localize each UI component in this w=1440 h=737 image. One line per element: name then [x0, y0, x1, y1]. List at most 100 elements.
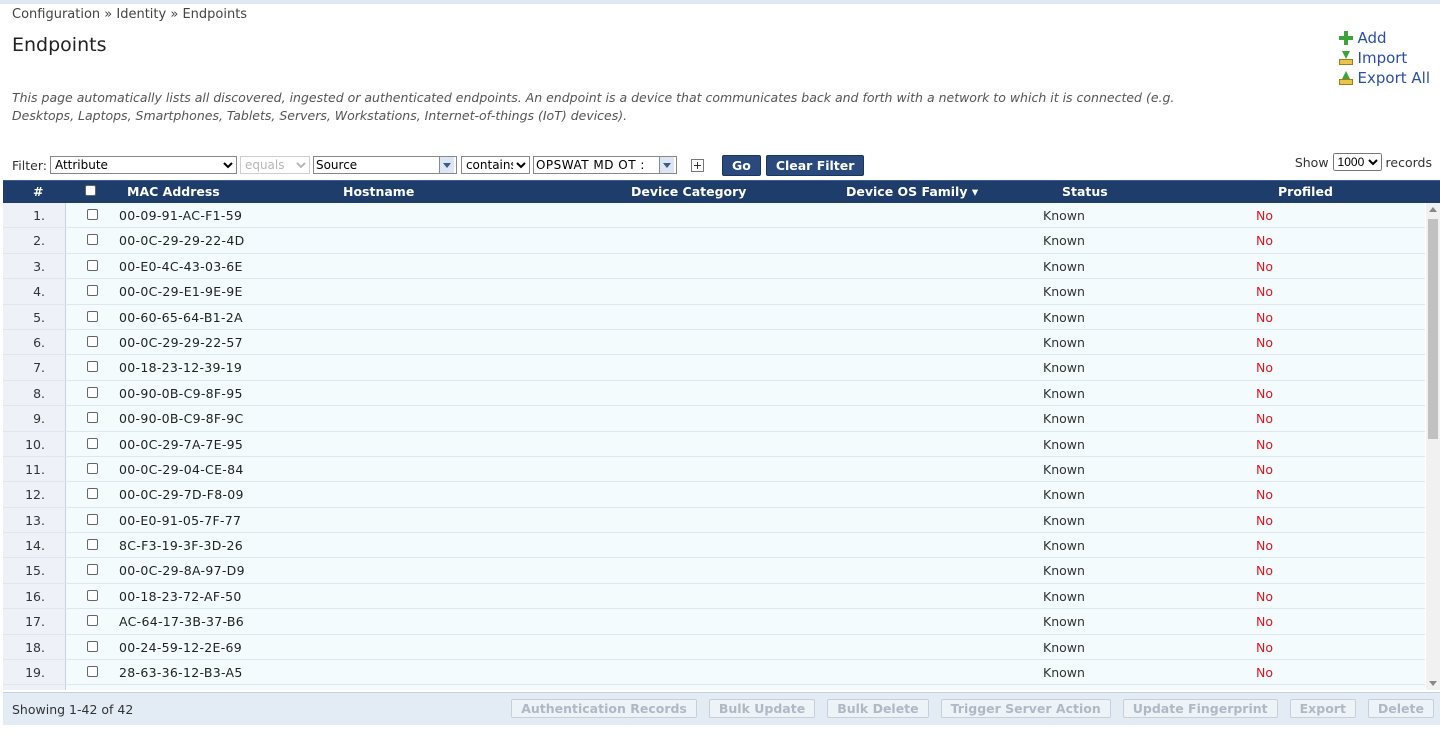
- row-checkbox[interactable]: [87, 360, 98, 375]
- scroll-thumb[interactable]: [1428, 219, 1438, 439]
- filter-field-combobox[interactable]: Source: [312, 156, 457, 174]
- table-row[interactable]: 9. 00-90-0B-C9-8F-9C Known No: [3, 406, 1425, 432]
- go-button[interactable]: Go: [721, 154, 761, 176]
- row-checkbox[interactable]: [87, 259, 98, 274]
- table-row[interactable]: 19. 28-63-36-12-B3-A5 Known No: [3, 660, 1425, 686]
- filter-attribute-select[interactable]: Attribute: [49, 156, 237, 174]
- checkbox-box: [87, 209, 98, 220]
- row-checkbox[interactable]: [87, 487, 98, 502]
- update-fingerprint-button[interactable]: Update Fingerprint: [1122, 699, 1278, 718]
- mac-address-cell[interactable]: 00-0C-29-29-22-57: [119, 335, 243, 350]
- table-row[interactable]: 5. 00-60-65-64-B1-2A Known No: [3, 304, 1425, 330]
- mac-address-cell[interactable]: 28-63-36-12-B3-A5: [119, 665, 243, 680]
- row-checkbox[interactable]: [87, 538, 98, 553]
- mac-address-cell[interactable]: 00-E0-4C-43-03-6E: [119, 259, 243, 274]
- trigger-server-action-button[interactable]: Trigger Server Action: [940, 699, 1111, 718]
- export-all-link[interactable]: Export All: [1338, 68, 1430, 88]
- breadcrumb-endpoints[interactable]: Endpoints: [182, 7, 247, 22]
- table-row[interactable]: 2. 00-0C-29-29-22-4D Known No: [3, 228, 1425, 254]
- row-checkbox[interactable]: [87, 233, 98, 248]
- table-row[interactable]: 3. 00-E0-4C-43-03-6E Known No: [3, 253, 1425, 280]
- mac-address-cell[interactable]: 00-0C-29-E1-9E-9E: [119, 284, 243, 299]
- row-checkbox[interactable]: [87, 614, 98, 629]
- table-row[interactable]: 15. 00-0C-29-8A-97-D9 Known No: [3, 558, 1425, 584]
- column-hostname[interactable]: Hostname: [343, 184, 414, 199]
- row-checkbox[interactable]: [87, 589, 98, 604]
- table-row[interactable]: 18. 00-24-59-12-2E-69 Known No: [3, 634, 1425, 661]
- breadcrumb-identity[interactable]: Identity: [116, 7, 166, 22]
- table-row[interactable]: 12. 00-0C-29-7D-F8-09 Known No: [3, 482, 1425, 508]
- mac-address-cell[interactable]: 00-0C-29-7A-7E-95: [119, 437, 243, 452]
- mac-address-cell[interactable]: 00-18-23-12-39-19: [119, 360, 242, 375]
- mac-address-cell[interactable]: 00-90-0B-C9-8F-95: [119, 386, 243, 401]
- vertical-scrollbar[interactable]: [1426, 203, 1440, 690]
- row-checkbox[interactable]: [87, 665, 98, 680]
- import-link[interactable]: Import: [1337, 48, 1430, 68]
- column-mac-address[interactable]: MAC Address: [127, 184, 220, 199]
- row-checkbox[interactable]: [87, 513, 98, 528]
- status-cell: Known: [1043, 487, 1085, 503]
- chevron-down-icon[interactable]: [438, 157, 454, 173]
- column-profiled[interactable]: Profiled: [1278, 184, 1333, 199]
- records-select[interactable]: 1000: [1332, 153, 1382, 171]
- filter-operator-select[interactable]: equals: [239, 156, 310, 174]
- status-cell: Known: [1043, 614, 1085, 630]
- breadcrumb-configuration[interactable]: Configuration: [12, 7, 100, 22]
- mac-address-cell[interactable]: 00-0C-29-8A-97-D9: [119, 563, 245, 578]
- table-row[interactable]: 6. 00-0C-29-29-22-57 Known No: [3, 329, 1425, 356]
- row-checkbox[interactable]: [87, 563, 98, 578]
- row-number: 13.: [3, 507, 66, 533]
- clear-filter-button[interactable]: Clear Filter: [765, 154, 865, 176]
- chevron-down-icon[interactable]: [658, 157, 674, 173]
- bulk-delete-button[interactable]: Bulk Delete: [827, 699, 929, 718]
- column-device-category[interactable]: Device Category: [631, 184, 746, 199]
- export-button[interactable]: Export: [1289, 699, 1356, 718]
- table-row[interactable]: 13. 00-E0-91-05-7F-77 Known No: [3, 507, 1425, 534]
- select-all-checkbox[interactable]: [85, 184, 96, 199]
- row-checkbox[interactable]: [87, 208, 98, 223]
- row-checkbox[interactable]: [87, 284, 98, 299]
- table-row[interactable]: 7. 00-18-23-12-39-19 Known No: [3, 355, 1425, 381]
- mac-address-cell[interactable]: 00-18-23-72-AF-50: [119, 589, 242, 604]
- mac-address-cell[interactable]: 00-0C-29-04-CE-84: [119, 462, 244, 477]
- row-number: 11.: [3, 456, 66, 482]
- row-checkbox[interactable]: [87, 437, 98, 452]
- scroll-down-icon[interactable]: [1429, 681, 1437, 686]
- column-number: #: [33, 184, 44, 199]
- column-device-os-family[interactable]: Device OS Family ▾: [846, 184, 978, 199]
- table-row[interactable]: 4. 00-0C-29-E1-9E-9E Known No: [3, 279, 1425, 305]
- add-filter-icon[interactable]: [690, 158, 704, 172]
- delete-button[interactable]: Delete: [1367, 699, 1434, 718]
- mac-address-cell[interactable]: 00-24-59-12-2E-69: [119, 640, 242, 655]
- filter-value-combobox[interactable]: OPSWAT MD OT :: [532, 156, 677, 174]
- add-link[interactable]: Add: [1338, 28, 1430, 48]
- mac-address-cell[interactable]: AC-64-17-3B-37-B6: [119, 614, 244, 629]
- row-checkbox[interactable]: [87, 640, 98, 655]
- mac-address-cell[interactable]: 00-60-65-64-B1-2A: [119, 310, 243, 325]
- table-row[interactable]: 11. 00-0C-29-04-CE-84 Known No: [3, 456, 1425, 483]
- table-row[interactable]: 16. 00-18-23-72-AF-50 Known No: [3, 583, 1425, 610]
- row-checkbox[interactable]: [87, 310, 98, 325]
- mac-address-cell[interactable]: 00-90-0B-C9-8F-9C: [119, 411, 244, 426]
- mac-address-cell[interactable]: 00-0C-29-29-22-4D: [119, 233, 245, 248]
- row-checkbox[interactable]: [87, 335, 98, 350]
- mac-address-cell[interactable]: 00-0C-29-7D-F8-09: [119, 487, 244, 502]
- row-checkbox[interactable]: [87, 386, 98, 401]
- table-row[interactable]: 10. 00-0C-29-7A-7E-95 Known No: [3, 431, 1425, 457]
- row-checkbox[interactable]: [87, 411, 98, 426]
- mac-address-cell[interactable]: 00-E0-91-05-7F-77: [119, 513, 241, 528]
- authentication-records-button[interactable]: Authentication Records: [511, 699, 697, 718]
- mac-address-cell[interactable]: 00-09-91-AC-F1-59: [119, 208, 242, 223]
- mac-address-cell[interactable]: 8C-F3-19-3F-3D-26: [119, 538, 243, 553]
- filter-condition-select[interactable]: contains: [460, 156, 530, 174]
- table-row[interactable]: 8. 00-90-0B-C9-8F-95 Known No: [3, 380, 1425, 407]
- scroll-up-icon[interactable]: [1429, 207, 1437, 212]
- table-row[interactable]: 17. AC-64-17-3B-37-B6 Known No: [3, 609, 1425, 635]
- filter-bar: Filter: Attribute equals Source contains…: [12, 153, 1432, 177]
- bulk-update-button[interactable]: Bulk Update: [708, 699, 816, 718]
- table-row[interactable]: 14. 8C-F3-19-3F-3D-26 Known No: [3, 533, 1425, 559]
- table-row[interactable]: 20.00-01-23-40-84-B9KnownNo: [3, 685, 1425, 690]
- table-row[interactable]: 1. 00-09-91-AC-F1-59 Known No: [3, 203, 1425, 229]
- column-status[interactable]: Status: [1062, 184, 1108, 199]
- row-checkbox[interactable]: [87, 462, 98, 477]
